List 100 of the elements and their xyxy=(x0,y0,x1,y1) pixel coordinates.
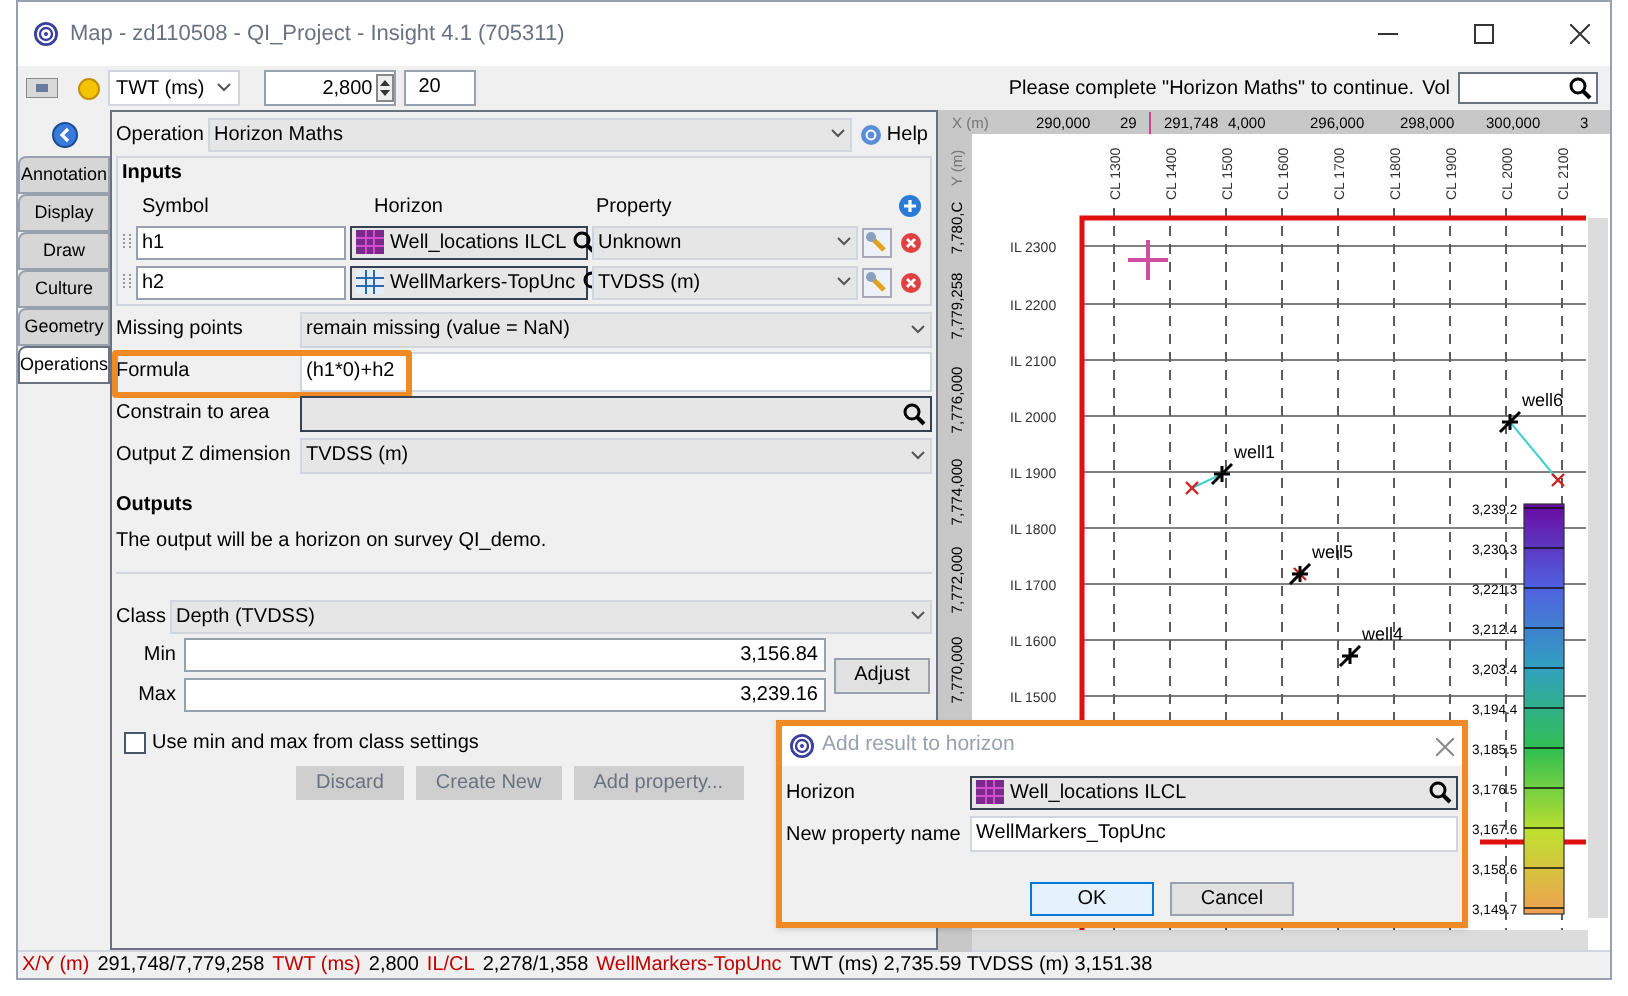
caret-icon xyxy=(910,449,926,461)
window-title: Map - zd110508 - QI_Project - Insight 4.1 (705311) xyxy=(70,19,567,50)
field-label: Output Z dimension xyxy=(116,442,293,470)
well-label: well6 xyxy=(1522,390,1564,410)
property-name-input[interactable]: WellMarkers_TopUnc xyxy=(970,816,1458,852)
well-marker-icon xyxy=(1498,410,1522,434)
status-label: IL/CL xyxy=(426,952,475,980)
scale-tick xyxy=(1523,907,1565,909)
caret-icon xyxy=(216,82,233,94)
scale-tick xyxy=(1523,747,1565,749)
horizon-picker[interactable]: Well_locations ILCL xyxy=(970,775,1458,809)
side-tab[interactable]: Geometry xyxy=(18,308,110,346)
dialog-button[interactable]: OK xyxy=(1030,882,1154,916)
status-message: Please complete "Horizon Maths" to continue. xyxy=(1008,75,1415,103)
section-title: Outputs xyxy=(116,492,195,520)
grid-icon xyxy=(356,230,384,254)
scale-tick xyxy=(1523,787,1565,789)
vol-label: Vol xyxy=(1422,75,1450,103)
scale-tick xyxy=(1523,827,1565,829)
field-label: Max xyxy=(136,682,176,710)
caret-icon xyxy=(830,128,847,140)
drag-handle-icon[interactable] xyxy=(122,272,132,292)
status-dot-icon xyxy=(78,77,100,99)
field-label: Horizon xyxy=(786,779,857,807)
symbol-input[interactable]: h2 xyxy=(136,265,346,299)
dialog-button[interactable]: Cancel xyxy=(1170,882,1294,916)
wrench-icon[interactable] xyxy=(862,227,892,257)
crosshair-icon xyxy=(1126,238,1170,282)
spinner-icon[interactable] xyxy=(376,74,395,102)
well-label: well1 xyxy=(1234,442,1276,462)
side-tab[interactable]: Annotation xyxy=(18,156,110,194)
checkbox-label: Use min and max from class settings xyxy=(152,730,479,758)
column-header: Symbol xyxy=(140,193,211,221)
time-value-input[interactable]: 2,800 xyxy=(264,70,397,106)
field-label: Missing points xyxy=(116,316,245,344)
output-description: The output will be a horizon on survey QI_demo. xyxy=(116,528,549,556)
horizon-picker[interactable]: WellMarkers-TopUnc xyxy=(350,265,588,299)
column-header: Horizon xyxy=(372,193,445,221)
scale-tick xyxy=(1523,507,1565,509)
status-value: 2,278/1,358 xyxy=(482,952,589,980)
maximize-icon[interactable] xyxy=(1474,24,1494,44)
operation-label: Operation xyxy=(116,121,204,149)
scale-tick xyxy=(1523,667,1565,669)
formula-input[interactable]: (h1*0)+h2 xyxy=(300,351,932,391)
checkbox[interactable] xyxy=(124,732,146,754)
wrench-icon[interactable] xyxy=(862,267,892,297)
well-label: well5 xyxy=(1312,542,1354,562)
remove-icon[interactable] xyxy=(900,231,922,253)
field-label: New property name xyxy=(786,821,963,849)
caret-icon xyxy=(910,610,926,622)
scale-tick xyxy=(1523,867,1565,869)
search-icon xyxy=(902,401,926,425)
status-value: 291,748/7,779,258 xyxy=(97,952,265,980)
scale-tick xyxy=(1523,547,1565,549)
search-icon xyxy=(1568,76,1592,100)
grid-icon xyxy=(356,270,384,294)
operation-dropdown[interactable]: Horizon Maths xyxy=(208,117,853,151)
close-icon[interactable] xyxy=(1570,24,1590,44)
cross-marker-icon xyxy=(1184,480,1200,496)
adjust-button[interactable]: Adjust xyxy=(834,657,930,693)
drag-handle-icon[interactable] xyxy=(122,232,132,252)
side-tab[interactable]: Operations xyxy=(18,346,110,384)
volume-search-field[interactable] xyxy=(1458,72,1598,104)
side-tab[interactable]: Display xyxy=(18,194,110,232)
status-value: 2,800 xyxy=(368,952,419,980)
symbol-input[interactable]: h1 xyxy=(136,225,346,259)
well-marker-icon xyxy=(1338,644,1362,668)
back-icon[interactable] xyxy=(51,122,77,148)
status-label: TWT (ms) xyxy=(272,952,361,980)
help-icon xyxy=(860,123,883,145)
search-icon xyxy=(1428,780,1452,804)
scale-tick xyxy=(1523,627,1565,629)
dropdown[interactable]: TVDSS (m) xyxy=(300,437,932,473)
max-input[interactable]: 3,239.16 xyxy=(184,678,826,712)
caret-icon xyxy=(910,323,926,335)
class-dropdown[interactable]: Depth (TVDSS) xyxy=(170,599,932,633)
well-marker-icon xyxy=(1210,462,1234,486)
property-dropdown[interactable]: TVDSS (m) xyxy=(592,265,858,299)
dialog-title: Add result to horizon xyxy=(822,730,1017,761)
cross-marker-icon xyxy=(1550,472,1566,488)
status-label: X/Y (m) xyxy=(22,952,90,980)
class-label: Class xyxy=(116,603,167,631)
section-title: Inputs xyxy=(122,160,184,188)
step-input[interactable]: 20 xyxy=(404,70,477,106)
side-tab[interactable]: Draw xyxy=(18,232,110,270)
horizon-picker[interactable]: Well_locations ILCL xyxy=(350,225,588,259)
view-toggle-icon[interactable] xyxy=(26,78,58,98)
dropdown[interactable]: remain missing (value = NaN) xyxy=(300,311,932,347)
add-icon[interactable] xyxy=(898,194,922,218)
area-search-field[interactable] xyxy=(300,395,932,431)
field-label: Min xyxy=(141,642,176,670)
min-input[interactable]: 3,156.84 xyxy=(184,638,826,672)
scale-tick xyxy=(1523,707,1565,709)
help-button[interactable]: Help xyxy=(856,119,932,149)
property-dropdown[interactable]: Unknown xyxy=(592,225,858,259)
caret-icon xyxy=(836,236,852,248)
remove-icon[interactable] xyxy=(900,271,922,293)
grid-icon xyxy=(976,780,1004,804)
side-tab[interactable]: Culture xyxy=(18,270,110,308)
domain-dropdown[interactable]: TWT (ms) xyxy=(108,70,241,106)
